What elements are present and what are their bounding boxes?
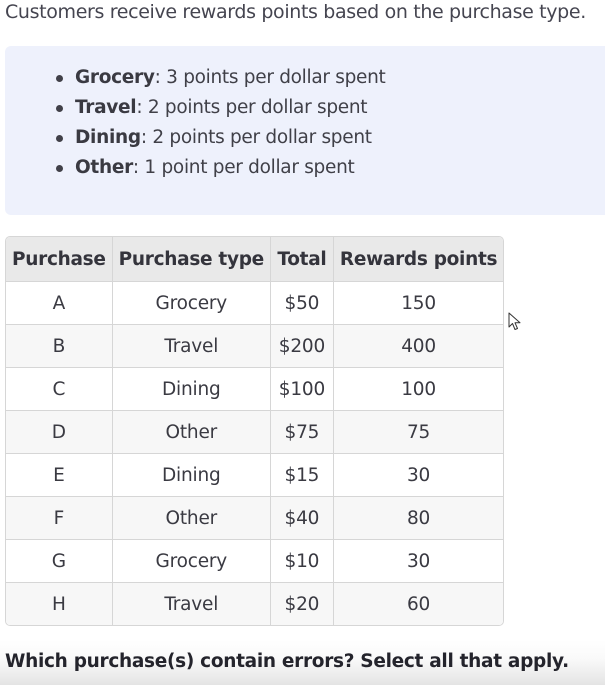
cell-rewards-points: 150: [333, 281, 504, 325]
rule-type: Travel: [75, 97, 137, 118]
table-header-row: Purchase Purchase type Total Rewards poi…: [6, 237, 504, 282]
rule-rate: : 1 point per dollar spent: [132, 157, 355, 178]
table-row: B Travel $200 400: [6, 324, 504, 368]
mouse-pointer-icon: [508, 312, 521, 330]
header-purchase-type: Purchase type: [112, 237, 271, 282]
cell-purchase: G: [6, 539, 113, 583]
cell-purchase: E: [6, 453, 113, 497]
cell-rewards-points: 60: [333, 582, 504, 625]
cell-total: $50: [270, 281, 334, 325]
bullet-icon: [56, 105, 63, 112]
header-rewards-points: Rewards points: [333, 237, 504, 282]
cell-purchase-type: Dining: [112, 453, 271, 497]
rule-rate: : 2 points per dollar spent: [140, 127, 372, 148]
rule-type: Other: [75, 157, 133, 178]
purchases-table: Purchase Purchase type Total Rewards poi…: [6, 237, 504, 625]
cell-purchase: D: [6, 410, 113, 454]
header-purchase: Purchase: [6, 237, 113, 282]
cell-rewards-points: 400: [333, 324, 504, 368]
cell-purchase-type: Other: [112, 496, 271, 540]
table-row: D Other $75 75: [6, 410, 504, 454]
header-total: Total: [270, 237, 334, 282]
cell-total: $15: [270, 453, 334, 497]
table-row: C Dining $100 100: [6, 367, 504, 411]
cell-purchase-type: Travel: [112, 324, 271, 368]
cell-total: $200: [270, 324, 334, 368]
rule-type: Dining: [75, 127, 141, 148]
rule-item-grocery: Grocery: 3 points per dollar spent: [53, 63, 386, 93]
intro-text: Customers receive rewards points based o…: [5, 1, 586, 23]
bullet-icon: [56, 75, 63, 82]
cell-purchase: B: [6, 324, 113, 368]
cell-total: $100: [270, 367, 334, 411]
rewards-rules-list: Grocery: 3 points per dollar spent Trave…: [53, 63, 386, 183]
cell-purchase-type: Grocery: [112, 539, 271, 583]
rule-type: Grocery: [75, 67, 155, 88]
rule-item-travel: Travel: 2 points per dollar spent: [53, 93, 386, 123]
cell-rewards-points: 30: [333, 539, 504, 583]
cell-purchase: C: [6, 367, 113, 411]
cell-total: $40: [270, 496, 334, 540]
bullet-icon: [56, 165, 63, 172]
question-text: Which purchase(s) contain errors? Select…: [5, 651, 569, 672]
rule-item-other: Other: 1 point per dollar spent: [53, 153, 386, 183]
cell-rewards-points: 100: [333, 367, 504, 411]
purchases-table-container: Purchase Purchase type Total Rewards poi…: [5, 236, 505, 626]
cell-purchase-type: Travel: [112, 582, 271, 625]
cell-purchase-type: Other: [112, 410, 271, 454]
cell-rewards-points: 75: [333, 410, 504, 454]
table-row: H Travel $20 60: [6, 582, 504, 625]
cell-purchase: A: [6, 281, 113, 325]
rule-rate: : 3 points per dollar spent: [154, 67, 386, 88]
question-bar: Which purchase(s) contain errors? Select…: [0, 640, 605, 685]
cell-rewards-points: 30: [333, 453, 504, 497]
rule-item-dining: Dining: 2 points per dollar spent: [53, 123, 386, 153]
cell-total: $75: [270, 410, 334, 454]
cell-rewards-points: 80: [333, 496, 504, 540]
rewards-rules-box: Grocery: 3 points per dollar spent Trave…: [5, 46, 605, 215]
cell-total: $20: [270, 582, 334, 625]
cell-total: $10: [270, 539, 334, 583]
cell-purchase-type: Dining: [112, 367, 271, 411]
table-row: E Dining $15 30: [6, 453, 504, 497]
rule-rate: : 2 points per dollar spent: [136, 97, 368, 118]
table-row: A Grocery $50 150: [6, 281, 504, 325]
table-row: G Grocery $10 30: [6, 539, 504, 583]
cell-purchase-type: Grocery: [112, 281, 271, 325]
cell-purchase: F: [6, 496, 113, 540]
cell-purchase: H: [6, 582, 113, 625]
bullet-icon: [56, 135, 63, 142]
table-row: F Other $40 80: [6, 496, 504, 540]
